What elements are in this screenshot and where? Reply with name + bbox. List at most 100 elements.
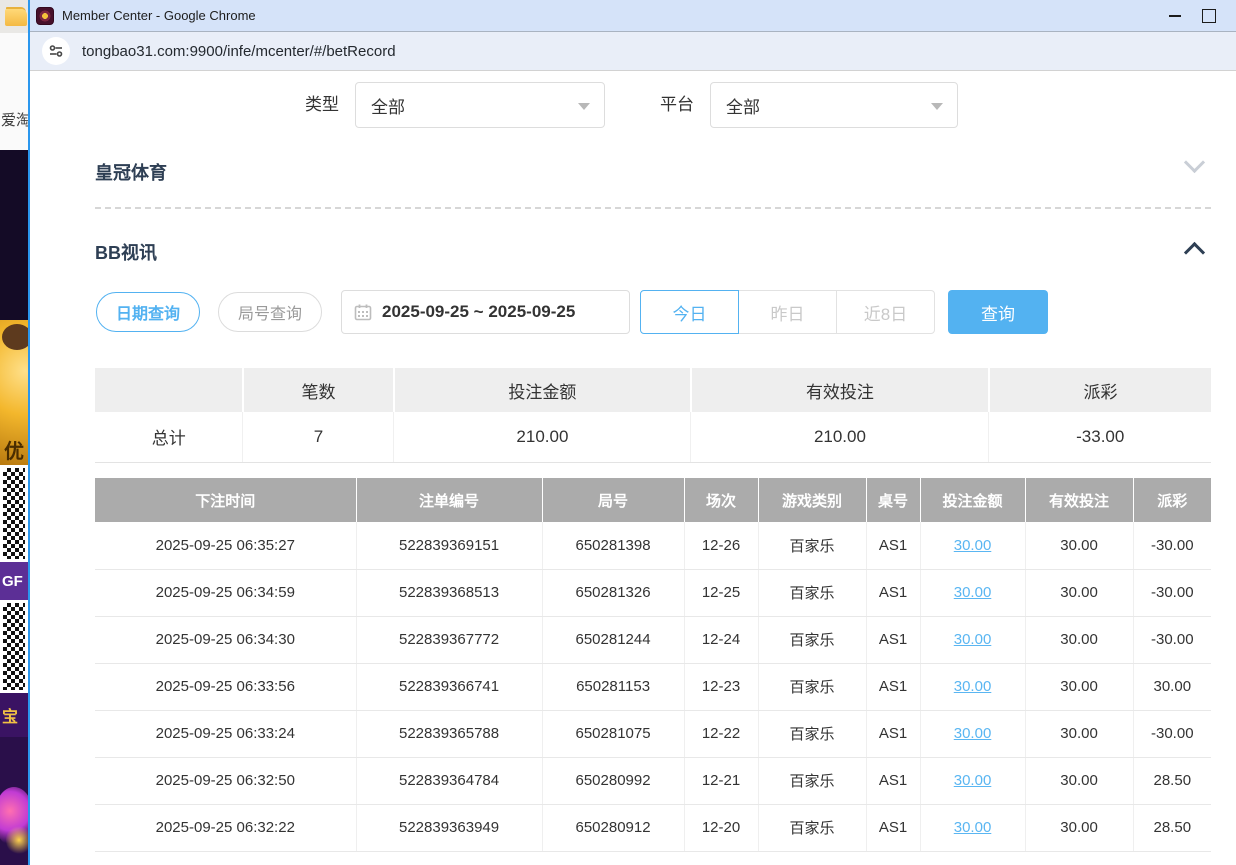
- cell-game-type: 百家乐: [758, 663, 866, 710]
- cell-bet-time: 2025-09-25 06:34:59: [95, 569, 356, 616]
- header-table-number: 桌号: [866, 478, 920, 522]
- cell-round-number: 650281326: [542, 569, 684, 616]
- section-title-sports[interactable]: 皇冠体育: [95, 159, 167, 185]
- bet-amount-link[interactable]: 30.00: [954, 631, 992, 648]
- section-divider: [95, 207, 1211, 209]
- site-settings-button[interactable]: [42, 37, 70, 65]
- bet-amount-link[interactable]: 30.00: [954, 584, 992, 601]
- table-row: 2025-09-25 06:32:22 522839363949 6502809…: [95, 804, 1211, 851]
- cell-valid-bet: 30.00: [1025, 522, 1133, 569]
- summary-header-bet-amount: 投注金额: [394, 368, 691, 412]
- tune-icon: [48, 43, 64, 59]
- header-game-type: 游戏类别: [758, 478, 866, 522]
- chevron-down-icon: [931, 103, 943, 110]
- cell-bet-amount: 30.00: [920, 710, 1025, 757]
- cell-bet-id: 522839365788: [356, 710, 542, 757]
- cell-bet-time: 2025-09-25 06:32:22: [95, 804, 356, 851]
- header-round-number: 局号: [542, 478, 684, 522]
- cell-bet-amount: 30.00: [920, 757, 1025, 804]
- type-select-value: 全部: [371, 93, 405, 118]
- summary-count: 7: [243, 412, 394, 462]
- cell-game-type: 百家乐: [758, 616, 866, 663]
- minimize-icon: [1169, 15, 1181, 17]
- query-toolbar: 日期查询 局号查询 2025-09-25 ~ 2025-09-25 今日: [30, 290, 1236, 334]
- platform-select[interactable]: 全部: [710, 82, 958, 128]
- cell-bet-amount: 30.00: [920, 663, 1025, 710]
- cell-valid-bet: 30.00: [1025, 804, 1133, 851]
- header-bet-time: 下注时间: [95, 478, 356, 522]
- minimize-button[interactable]: [1158, 2, 1192, 30]
- desktop-dark-band: [0, 150, 28, 320]
- summary-header-blank: [95, 368, 243, 412]
- summary-header-row: 笔数 投注金额 有效投注 派彩: [95, 368, 1211, 412]
- round-query-tab[interactable]: 局号查询: [218, 292, 322, 332]
- table-row: 2025-09-25 06:34:30 522839367772 6502812…: [95, 616, 1211, 663]
- bet-amount-link[interactable]: 30.00: [954, 725, 992, 742]
- cell-bet-id: 522839366741: [356, 663, 542, 710]
- type-select[interactable]: 全部: [355, 82, 605, 128]
- header-bet-id: 注单编号: [356, 478, 542, 522]
- qr-code-bottom: [0, 600, 28, 693]
- cell-session: 12-20: [684, 804, 758, 851]
- cell-valid-bet: 30.00: [1025, 616, 1133, 663]
- cell-game-type: 百家乐: [758, 804, 866, 851]
- cell-round-number: 650281153: [542, 663, 684, 710]
- site-favicon-icon: [36, 7, 54, 25]
- last-8-days-button[interactable]: 近8日: [836, 290, 935, 334]
- qr-code-top: [0, 465, 28, 562]
- summary-table: 笔数 投注金额 有效投注 派彩 总计 7 210.00 210.00 -33.0…: [95, 368, 1211, 463]
- browser-address-bar: tongbao31.com:9900/infe/mcenter/#/betRec…: [30, 32, 1236, 71]
- cell-table-number: AS1: [866, 757, 920, 804]
- cell-bet-amount: 30.00: [920, 616, 1025, 663]
- cell-table-number: AS1: [866, 710, 920, 757]
- cell-bet-amount: 30.00: [920, 522, 1025, 569]
- summary-payout: -33.00: [989, 412, 1211, 462]
- platform-select-value: 全部: [726, 93, 760, 118]
- cell-bet-amount: 30.00: [920, 804, 1025, 851]
- cell-round-number: 650280992: [542, 757, 684, 804]
- cell-game-type: 百家乐: [758, 569, 866, 616]
- type-filter-label: 类型: [305, 82, 339, 128]
- header-bet-amount: 投注金额: [920, 478, 1025, 522]
- bet-amount-link[interactable]: 30.00: [954, 678, 992, 695]
- summary-header-count: 笔数: [243, 368, 394, 412]
- cell-bet-time: 2025-09-25 06:33:24: [95, 710, 356, 757]
- cell-valid-bet: 30.00: [1025, 757, 1133, 804]
- cell-bet-id: 522839367772: [356, 616, 542, 663]
- cell-bet-amount: 30.00: [920, 569, 1025, 616]
- cell-session: 12-23: [684, 663, 758, 710]
- detail-table-body: 2025-09-25 06:35:27 522839369151 6502813…: [95, 522, 1211, 851]
- date-range-input[interactable]: 2025-09-25 ~ 2025-09-25: [341, 290, 630, 334]
- summary-bet-amount: 210.00: [394, 412, 691, 462]
- summary-total-row: 总计 7 210.00 210.00 -33.00: [95, 412, 1211, 462]
- section-title-bb[interactable]: BB视讯: [95, 239, 157, 265]
- desktop-light-band: 爱淘: [0, 33, 28, 150]
- quick-date-group: 今日 昨日 近8日: [640, 290, 935, 334]
- cell-session: 12-22: [684, 710, 758, 757]
- desktop-gold-text: 优: [4, 435, 24, 464]
- today-button[interactable]: 今日: [640, 290, 739, 334]
- gold-graphic: [6, 825, 28, 855]
- bet-amount-link[interactable]: 30.00: [954, 819, 992, 836]
- chevron-down-icon[interactable]: [1184, 152, 1205, 173]
- table-row: 2025-09-25 06:34:59 522839368513 6502813…: [95, 569, 1211, 616]
- cell-payout: -30.00: [1133, 569, 1211, 616]
- url-text[interactable]: tongbao31.com:9900/infe/mcenter/#/betRec…: [82, 43, 396, 60]
- bet-record-table: 下注时间 注单编号 局号 场次 游戏类别 桌号 投注金额 有效投注 派彩 202…: [95, 478, 1211, 852]
- summary-header-valid-bet: 有效投注: [691, 368, 989, 412]
- bet-amount-link[interactable]: 30.00: [954, 772, 992, 789]
- desktop-background: 爱淘 优 GF 宝: [0, 0, 28, 865]
- yesterday-button[interactable]: 昨日: [738, 290, 837, 334]
- cell-table-number: AS1: [866, 804, 920, 851]
- window-title: Member Center - Google Chrome: [62, 8, 1158, 23]
- maximize-button[interactable]: [1192, 2, 1226, 30]
- window-titlebar: Member Center - Google Chrome: [30, 0, 1236, 32]
- maximize-icon: [1202, 9, 1216, 23]
- desktop-gf-label: GF: [0, 562, 28, 600]
- date-query-tab[interactable]: 日期查询: [96, 292, 200, 332]
- search-button[interactable]: 查询: [948, 290, 1048, 334]
- bet-amount-link[interactable]: 30.00: [954, 537, 992, 554]
- browser-window: Member Center - Google Chrome tongbao31.…: [28, 0, 1236, 865]
- table-row: 2025-09-25 06:33:24 522839365788 6502810…: [95, 710, 1211, 757]
- chevron-up-icon[interactable]: [1184, 242, 1205, 263]
